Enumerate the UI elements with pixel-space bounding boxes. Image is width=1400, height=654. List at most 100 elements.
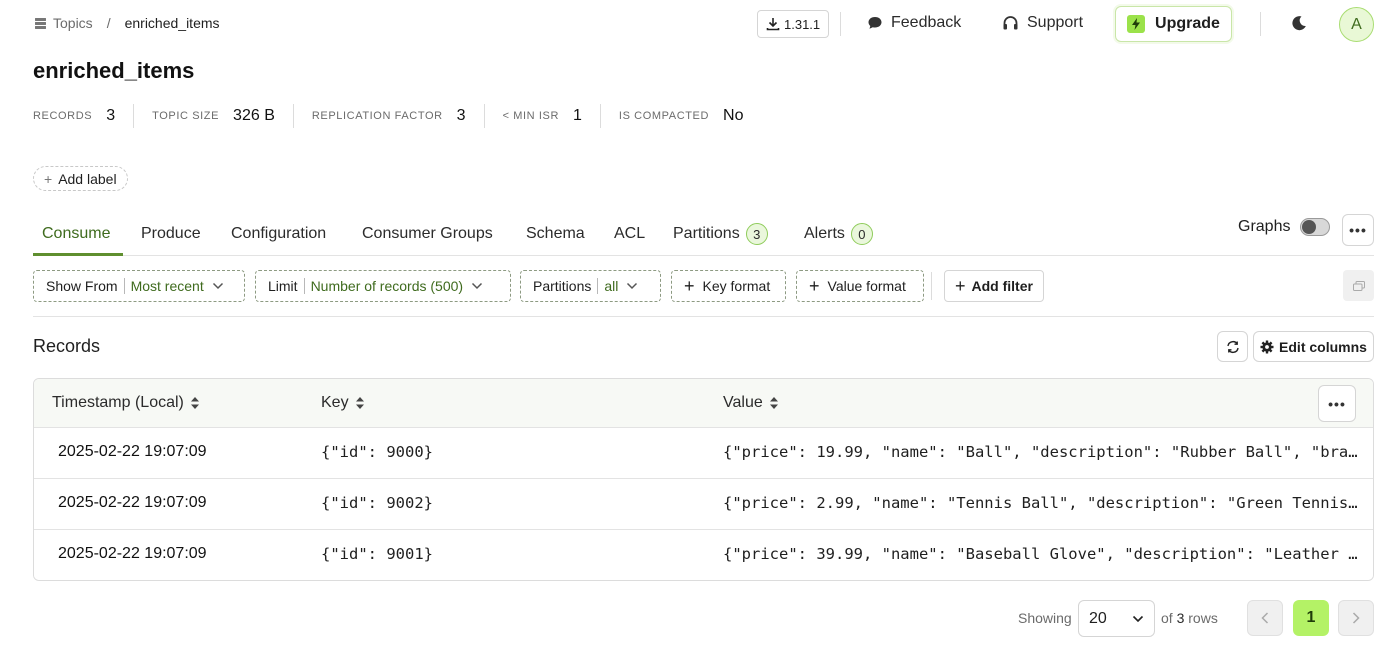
support-label: Support [1027,14,1084,31]
column-header-label: Value [723,394,763,411]
add-label-button[interactable]: + Add label [33,166,128,191]
tab-produce[interactable]: Produce [141,222,201,246]
breadcrumb-parent-label: Topics [53,15,93,31]
column-header-timestamp[interactable]: Timestamp (Local) [52,394,200,412]
column-header-value[interactable]: Value [723,394,779,412]
sort-icon [190,397,199,409]
chat-bubble-icon [868,17,882,29]
stat-is-compacted: IS COMPACTED No [619,107,744,125]
tab-configuration[interactable]: Configuration [231,222,326,246]
limit-filter[interactable]: Limit Number of records (500) [255,270,511,302]
breadcrumb-separator: / [106,15,111,31]
theme-toggle-moon-icon[interactable] [1291,15,1307,37]
stat-label: TOPIC SIZE [152,110,220,122]
tab-alerts[interactable]: Alerts 0 [804,222,873,246]
stat-replication-factor: REPLICATION FACTOR 3 [312,107,466,125]
table-row[interactable]: 2025-02-22 19:07:09 {"id": 9000} {"price… [34,427,1373,478]
stat-divider [599,104,601,128]
records-title: Records [33,336,101,356]
copy-button[interactable] [1343,270,1374,301]
table-header: Timestamp (Local) Key Value ••• [34,379,1373,428]
graphs-toggle[interactable] [1300,218,1331,236]
stat-topic-size: TOPIC SIZE 326 B [152,107,275,125]
of-label: of [1161,610,1173,626]
refresh-icon [1226,340,1239,353]
cell-value: {"price": 2.99, "name": "Tennis Ball", "… [723,494,1358,512]
tab-label: Partitions [673,225,740,242]
cell-key: {"id": 9000} [321,443,433,461]
records-table: Timestamp (Local) Key Value ••• 2025-02-… [33,378,1374,581]
alerts-count-badge: 0 [850,223,873,245]
tab-label: Schema [526,225,585,242]
active-tab-indicator [33,253,123,256]
refresh-button[interactable] [1217,331,1248,362]
partitions-count-badge: 3 [745,223,768,245]
tab-schema[interactable]: Schema [526,222,585,246]
page-number-button[interactable]: 1 [1293,600,1329,636]
stat-divider [292,104,294,128]
partitions-filter[interactable]: Partitions all [520,270,661,302]
tab-partitions[interactable]: Partitions 3 [673,222,768,246]
copy-icon [1352,280,1365,291]
show-from-filter[interactable]: Show From Most recent [33,270,245,302]
add-filter-button[interactable]: + Add filter [944,270,1044,302]
filter-divider [123,278,125,294]
plus-icon: + [955,276,966,296]
support-link[interactable]: Support [1002,14,1083,32]
column-header-label: Timestamp (Local) [52,394,184,411]
tab-consume[interactable]: Consume [42,222,110,246]
key-format-button[interactable]: + Key format [671,270,786,302]
stat-label: RECORDS [33,110,93,122]
add-label-text: Add label [58,170,117,187]
filter-divider [597,278,599,294]
stat-records: RECORDS 3 [33,107,115,125]
previous-page-button[interactable] [1247,600,1283,636]
version-label: 1.31.1 [784,16,821,32]
next-page-button[interactable] [1338,600,1374,636]
stat-label: < MIN ISR [502,110,560,122]
add-filter-label: Add filter [971,278,1033,294]
breadcrumb-topics-link[interactable]: Topics [34,15,93,31]
upgrade-button[interactable]: Upgrade [1115,6,1232,42]
feedback-link[interactable]: Feedback [867,14,961,32]
plus-icon: + [684,276,695,296]
chevron-down-icon [212,282,223,290]
value-format-button[interactable]: + Value format [796,270,924,302]
page-title: enriched_items [33,58,195,83]
cell-timestamp: 2025-02-22 19:07:09 [58,494,207,511]
breadcrumb: Topics / enriched_items [34,15,220,31]
graphs-toggle-group: Graphs [1238,218,1331,236]
plus-icon: + [809,276,820,296]
table-row[interactable]: 2025-02-22 19:07:09 {"id": 9001} {"price… [34,529,1373,580]
tab-label: Consume [42,225,111,242]
topic-tabs: Consume Produce Configuration Consumer G… [33,212,1374,256]
version-download-button[interactable]: 1.31.1 [757,10,830,38]
tab-consumer-groups[interactable]: Consumer Groups [362,222,493,246]
download-icon [766,18,780,31]
filter-label: Show From [46,278,118,294]
column-header-label: Key [321,394,349,411]
stat-divider [483,104,485,128]
table-more-button[interactable]: ••• [1318,385,1356,422]
headphones-icon [1003,16,1018,30]
cell-value: {"price": 39.99, "name": "Baseball Glove… [723,545,1358,563]
bolt-icon [1127,15,1146,33]
table-row[interactable]: 2025-02-22 19:07:09 {"id": 9002} {"price… [34,478,1373,529]
edit-columns-button[interactable]: Edit columns [1253,331,1374,362]
edit-columns-label: Edit columns [1279,338,1367,355]
user-avatar[interactable]: A [1339,7,1374,42]
chevron-right-icon [1352,612,1360,624]
rows-label: rows [1188,610,1218,626]
tab-label: Produce [141,225,201,242]
column-header-key[interactable]: Key [321,394,365,412]
cell-timestamp: 2025-02-22 19:07:09 [58,443,207,460]
stat-label: IS COMPACTED [618,110,710,122]
pagination: Showing 20 of 3 rows 1 [0,600,1400,637]
cell-timestamp: 2025-02-22 19:07:09 [58,545,207,562]
value-format-label: Value format [827,278,906,294]
page-size-select[interactable]: 20 [1078,600,1155,637]
tabs-more-button[interactable]: ••• [1342,214,1374,246]
tab-acl[interactable]: ACL [614,222,645,246]
page-size-value: 20 [1089,609,1107,627]
tab-label: Configuration [231,225,327,242]
